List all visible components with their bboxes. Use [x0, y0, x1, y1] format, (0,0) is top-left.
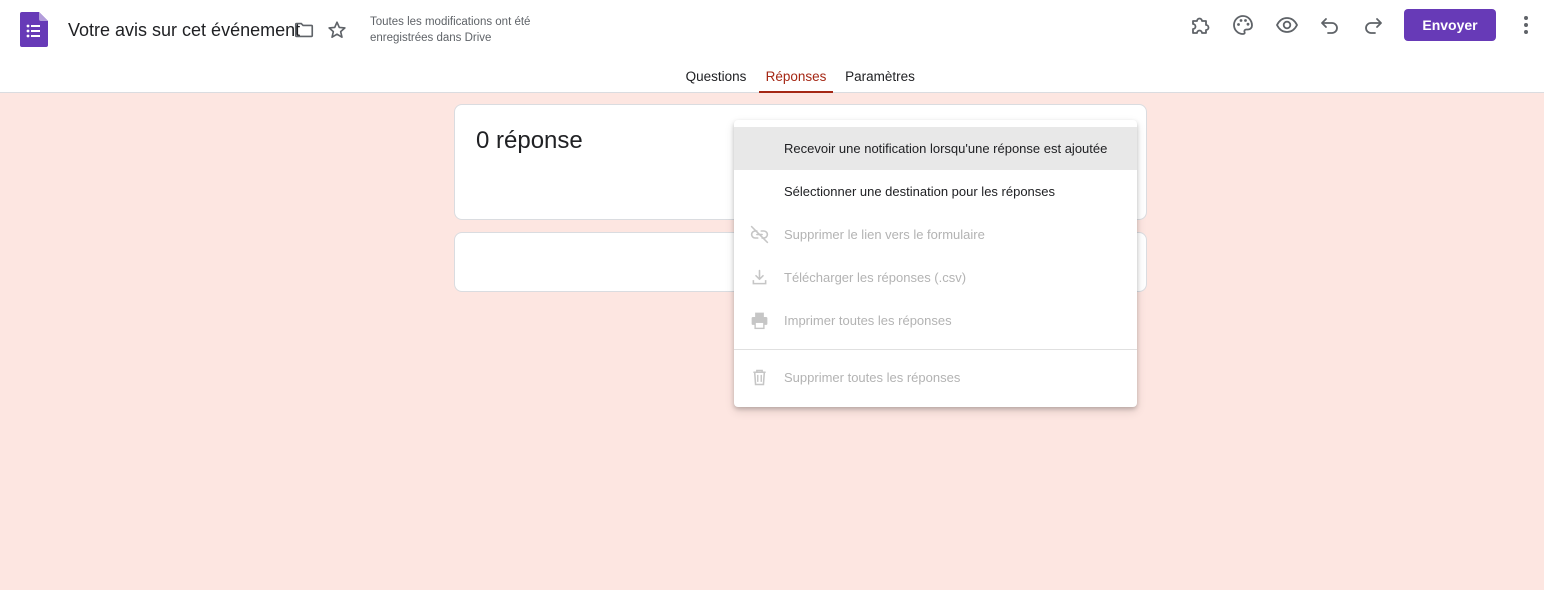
forms-logo-icon[interactable]	[20, 12, 48, 47]
addons-puzzle-icon[interactable]	[1188, 13, 1212, 37]
tab-responses[interactable]: Réponses	[759, 64, 833, 93]
form-title[interactable]: Votre avis sur cet événement	[68, 20, 300, 41]
menu-item-label: Recevoir une notification lorsqu'une rép…	[784, 141, 1108, 156]
folder-icon[interactable]	[293, 19, 315, 41]
menu-item-unlink-form[interactable]: Supprimer le lien vers le formulaire	[734, 213, 1137, 256]
preview-eye-icon[interactable]	[1275, 13, 1299, 37]
menu-item-delete-all[interactable]: Supprimer toutes les réponses	[734, 356, 1137, 399]
menu-item-notify[interactable]: Recevoir une notification lorsqu'une rép…	[734, 127, 1137, 170]
print-icon	[751, 312, 768, 330]
tab-settings[interactable]: Paramètres	[840, 64, 920, 93]
responses-options-menu: Recevoir une notification lorsqu'une rép…	[734, 120, 1137, 407]
tab-bar: Questions Réponses Paramètres	[0, 64, 1544, 93]
save-status: Toutes les modifications ont été enregis…	[370, 16, 531, 44]
menu-item-select-destination[interactable]: Sélectionner une destination pour les ré…	[734, 170, 1137, 213]
menu-item-label: Imprimer toutes les réponses	[784, 313, 952, 328]
more-vert-icon[interactable]	[1514, 13, 1538, 37]
menu-item-label: Supprimer le lien vers le formulaire	[784, 227, 985, 242]
star-icon[interactable]	[326, 19, 348, 41]
menu-item-label: Télécharger les réponses (.csv)	[784, 270, 967, 285]
response-count: 0 réponse	[476, 127, 583, 154]
send-button[interactable]: Envoyer	[1404, 9, 1496, 41]
menu-item-print-all[interactable]: Imprimer toutes les réponses	[734, 299, 1137, 342]
redo-icon[interactable]	[1361, 13, 1385, 37]
menu-item-label: Supprimer toutes les réponses	[784, 370, 961, 385]
menu-divider	[734, 349, 1137, 350]
menu-item-download-csv[interactable]: Télécharger les réponses (.csv)	[734, 256, 1137, 299]
menu-item-label: Sélectionner une destination pour les ré…	[784, 184, 1056, 199]
trash-icon	[753, 369, 766, 386]
palette-icon[interactable]	[1231, 13, 1255, 37]
top-bar: Votre avis sur cet événement Toutes les …	[0, 0, 1544, 93]
download-icon	[752, 269, 767, 285]
tab-questions[interactable]: Questions	[680, 64, 752, 93]
link-off-icon	[750, 225, 769, 244]
undo-icon[interactable]	[1318, 13, 1342, 37]
